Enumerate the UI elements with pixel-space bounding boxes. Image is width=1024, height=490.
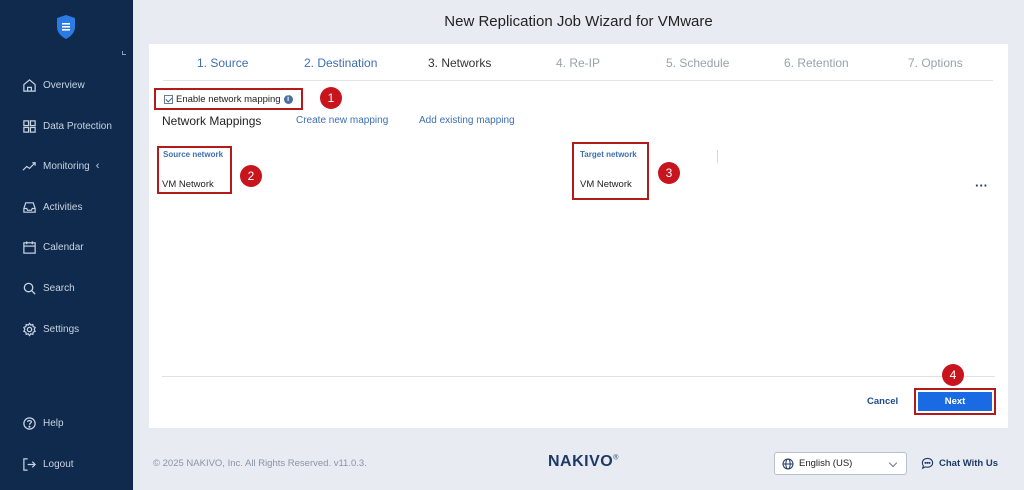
next-button-highlight: Next [914,388,996,415]
info-icon[interactable]: i [283,94,293,104]
sidebar-item-label: Calendar [43,241,84,253]
wizard-steps: 1. Source 2. Destination 3. Networks 4. … [163,44,993,81]
sidebar-item-label: Logout [43,458,74,470]
chevron-down-icon [888,458,898,468]
language-value: English (US) [799,458,853,469]
next-button[interactable]: Next [918,392,992,411]
collapse-sidebar-icon[interactable] [122,51,126,55]
language-select[interactable]: English (US) [774,452,907,475]
search-icon [21,280,37,296]
chat-with-us-button[interactable]: Chat With Us [921,457,998,470]
tab-networks[interactable]: 3. Networks [428,56,491,70]
network-mappings-title: Network Mappings [162,114,262,128]
sidebar: Overview Data Protection Monitoring ‹ Ac… [0,0,133,490]
enable-network-mapping-checkbox[interactable] [164,94,173,104]
enable-network-mapping-label[interactable]: Enable network mapping [176,94,281,105]
activity-icon [21,158,37,174]
sidebar-item-search[interactable]: Search [0,275,133,301]
sidebar-item-activities[interactable]: Activities [0,194,133,220]
globe-icon [782,458,794,469]
tab-options[interactable]: 7. Options [908,56,963,70]
gear-icon [21,321,37,337]
wizard-panel: 1. Source 2. Destination 3. Networks 4. … [149,44,1008,428]
chat-icon [921,457,934,470]
annotation-badge-2: 2 [240,165,262,187]
sidebar-item-monitoring[interactable]: Monitoring ‹ [0,153,133,179]
target-network-cell[interactable]: VM Network [580,179,632,190]
brand-text: NAKIVO [548,453,614,470]
sidebar-item-label: Overview [43,79,85,91]
home-icon [21,77,37,93]
target-network-header[interactable]: Target network [580,150,637,159]
tab-retention[interactable]: 6. Retention [784,56,849,70]
column-divider [717,150,718,163]
create-new-mapping-link[interactable]: Create new mapping [296,115,388,126]
sidebar-item-calendar[interactable]: Calendar [0,234,133,260]
add-existing-mapping-link[interactable]: Add existing mapping [419,115,515,126]
copyright-text: © 2025 NAKIVO, Inc. All Rights Reserved.… [153,458,367,469]
nakivo-logo: NAKIVO® [548,453,619,471]
source-network-header[interactable]: Source network [163,150,223,159]
cancel-button[interactable]: Cancel [867,396,898,407]
sidebar-item-label: Search [43,282,75,294]
annotation-badge-1: 1 [320,87,342,109]
grid-icon [21,118,37,134]
nakivo-shield-logo-icon[interactable] [55,14,77,40]
chat-label: Chat With Us [939,458,999,469]
tab-re-ip[interactable]: 4. Re-IP [556,56,600,70]
help-icon [21,415,37,431]
enable-network-mapping-highlight: Enable network mapping i [154,88,303,110]
sidebar-item-label: Settings [43,323,80,335]
inbox-icon [21,199,37,215]
sidebar-item-label: Monitoring [43,160,90,172]
sidebar-item-label: Help [43,417,64,429]
calendar-icon [21,239,37,255]
registered-mark: ® [613,454,619,462]
tab-schedule[interactable]: 5. Schedule [666,56,729,70]
source-network-cell[interactable]: VM Network [162,179,214,190]
logout-icon [21,456,37,472]
page-title: New Replication Job Wizard for VMware [444,13,713,30]
sidebar-item-label: Data Protection [43,120,112,132]
sidebar-item-label: Activities [43,201,83,213]
chevron-left-icon: ‹ [95,160,100,172]
more-actions-icon[interactable]: ··· [975,178,988,193]
sidebar-item-logout[interactable]: Logout [0,451,133,477]
tab-source[interactable]: 1. Source [197,56,248,70]
sidebar-item-settings[interactable]: Settings [0,316,133,342]
tab-destination[interactable]: 2. Destination [304,56,377,70]
annotation-badge-4: 4 [942,364,964,386]
footer-divider [162,376,995,377]
sidebar-item-overview[interactable]: Overview [0,72,133,98]
sidebar-item-data-protection[interactable]: Data Protection [0,113,133,139]
annotation-badge-3: 3 [658,162,680,184]
sidebar-item-help[interactable]: Help [0,410,133,436]
